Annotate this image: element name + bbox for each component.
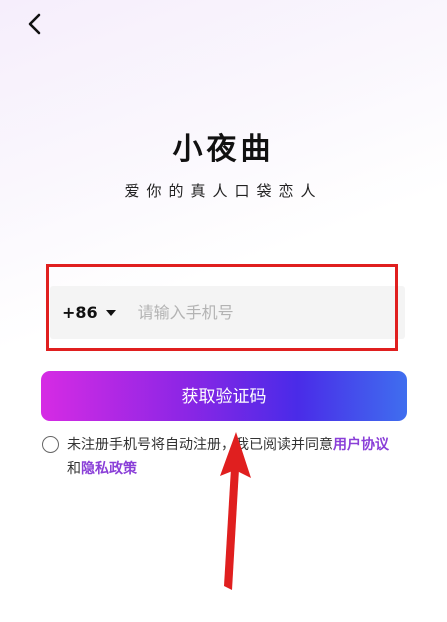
app-title: 小夜曲 — [172, 132, 275, 167]
app-slogan: 爱你的真人口袋恋人 — [124, 182, 323, 200]
user-agreement-link[interactable]: 用户协议 — [333, 437, 389, 453]
agreement-prefix: 未注册手机号将自动注册，我已阅读并同意 — [67, 437, 333, 453]
get-code-button[interactable]: 获取验证码 — [41, 371, 407, 421]
privacy-policy-link[interactable]: 隐私政策 — [81, 461, 137, 477]
back-button[interactable] — [24, 12, 48, 36]
agreement-text: 未注册手机号将自动注册，我已阅读并同意用户协议和隐私政策 — [67, 433, 402, 481]
chevron-left-icon — [28, 13, 41, 35]
brand-block: 小夜曲 爱你的真人口袋恋人 — [0, 124, 447, 201]
agreement-conjunction: 和 — [67, 461, 81, 477]
agreement-radio[interactable] — [42, 436, 59, 453]
arrow-shaft — [224, 468, 239, 590]
get-code-label: 获取验证码 — [181, 387, 267, 407]
annotation-highlight-box — [46, 264, 398, 351]
